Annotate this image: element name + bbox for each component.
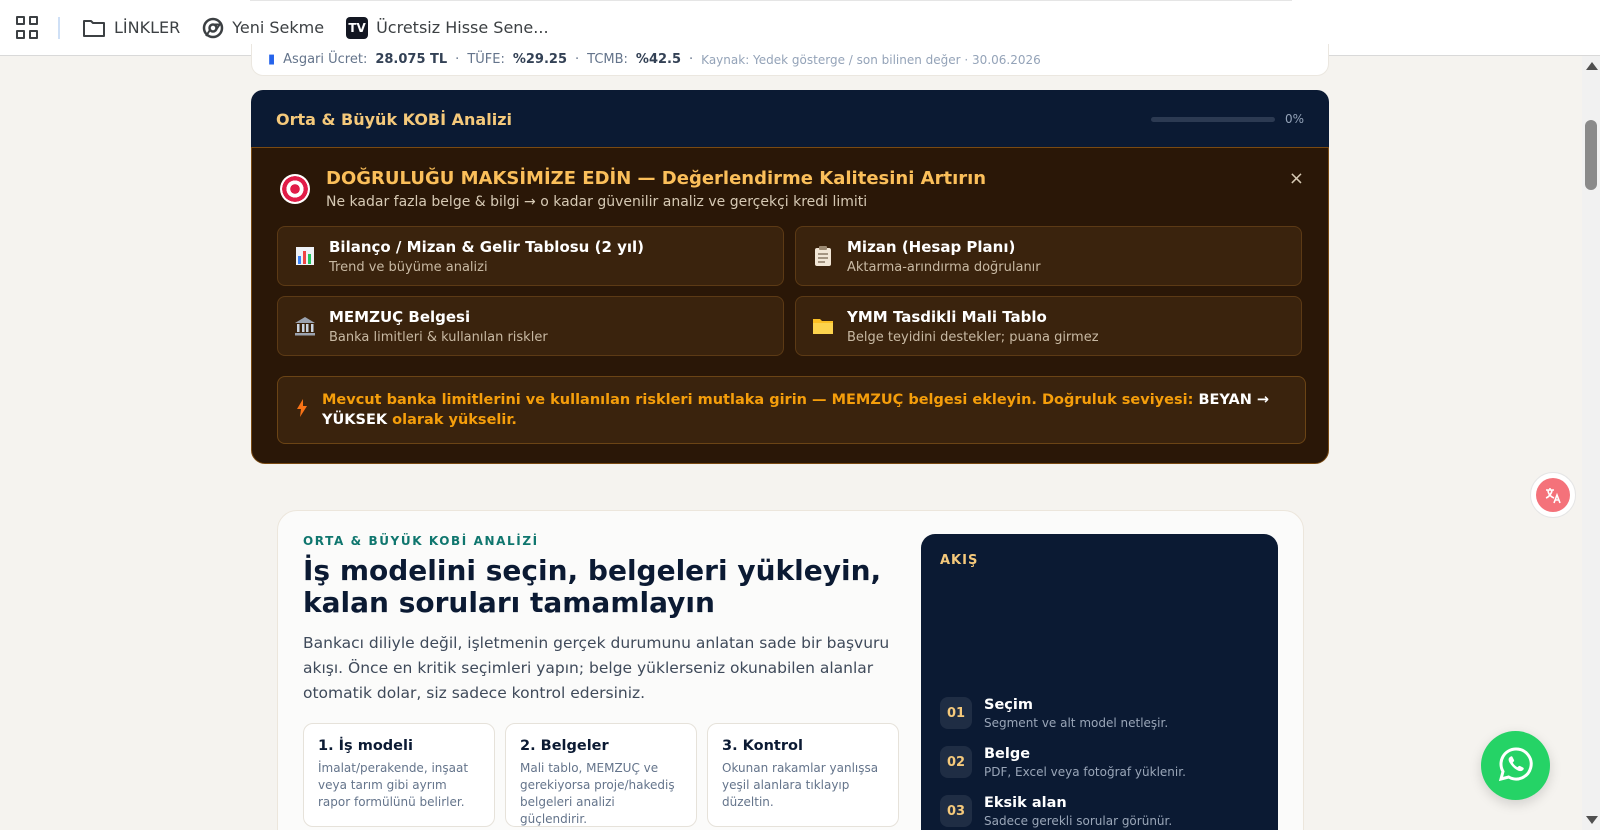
- clipboard-icon: [812, 245, 834, 267]
- step-desc: Okunan rakamlar yanlışsa yeşil alanlara …: [722, 761, 879, 809]
- flow-title: Eksik alan: [984, 795, 1067, 811]
- page-description: Bankacı diliyle değil, işletmenin gerçek…: [303, 634, 890, 702]
- min-wage-value: 28.075 TL: [375, 52, 448, 67]
- lightning-icon: [296, 399, 308, 421]
- economic-indicators: ▮ Asgari Ücret: 28.075 TL · TÜFE: %29.25…: [251, 44, 1329, 76]
- accuracy-header: DOĞRULUĞU MAKSİMİZE EDİN — Değerlendirme…: [280, 168, 986, 210]
- close-icon[interactable]: ×: [1289, 168, 1304, 189]
- section-eyebrow: ORTA & BÜYÜK KOBİ ANALİZİ: [303, 534, 539, 548]
- step-card-3: 3. Kontrol Okunan rakamlar yanlışsa yeşi…: [707, 723, 899, 827]
- step-title: 2. Belgeler: [520, 738, 609, 754]
- flow-item-belge: 02 Belge PDF, Excel veya fotoğraf yüklen…: [940, 746, 1186, 779]
- doc-title: MEMZUÇ Belgesi: [329, 307, 471, 326]
- indicator-source: Kaynak: Yedek gösterge / son bilinen değ…: [701, 52, 1041, 67]
- bookmark-label: Yeni Sekme: [232, 18, 325, 37]
- accuracy-title: DOĞRULUĞU MAKSİMİZE EDİN — Değerlendirme…: [326, 168, 987, 189]
- step-desc: Mali tablo, MEMZUÇ ve gerekiyorsa proje/…: [520, 761, 675, 826]
- progress-indicator: 0%: [1150, 112, 1304, 126]
- bank-icon: [294, 315, 316, 337]
- accuracy-subtitle: Ne kadar fazla belge & bilgi → o kadar g…: [326, 194, 868, 210]
- cpi-label: TÜFE:: [467, 52, 505, 67]
- flow-label: AKIŞ: [940, 553, 979, 568]
- apps-grid-icon[interactable]: [16, 15, 40, 40]
- min-wage-label: Asgari Ücret:: [283, 52, 368, 67]
- flow-number: 02: [940, 746, 972, 778]
- bookmarks-separator: [58, 16, 60, 39]
- bar-chart-icon: [294, 245, 316, 267]
- folder-icon: [812, 315, 834, 337]
- scroll-down-arrow-icon[interactable]: [1586, 816, 1598, 824]
- scroll-thumb[interactable]: [1585, 120, 1597, 190]
- doc-card-mizan[interactable]: Mizan (Hesap Planı) Aktarma-arındırma do…: [795, 226, 1302, 286]
- chart-icon: ▮: [268, 52, 276, 67]
- flow-number: 01: [940, 697, 972, 729]
- step-card-2: 2. Belgeler Mali tablo, MEMZUÇ ve gereki…: [505, 723, 697, 827]
- window-edge: [250, 0, 1292, 1]
- doc-title: Mizan (Hesap Planı): [847, 237, 1016, 256]
- step-title: 1. İş modeli: [318, 738, 413, 754]
- target-icon: [280, 174, 310, 204]
- intro-card: ORTA & BÜYÜK KOBİ ANALİZİ İş modelini se…: [277, 510, 1304, 830]
- flow-desc: Segment ve alt model netleşir.: [984, 716, 1169, 730]
- doc-desc: Belge teyidini destekler; puana girmez: [847, 329, 1099, 345]
- bookmark-linkler[interactable]: LİNKLER: [82, 18, 180, 38]
- step-card-1: 1. İş modeli İmalat/perakende, inşaat ve…: [303, 723, 495, 827]
- translate-button[interactable]: [1530, 472, 1576, 518]
- chrome-icon: [202, 17, 224, 39]
- folder-icon: [82, 18, 106, 38]
- page-scrollbar[interactable]: [1582, 56, 1600, 830]
- tradingview-icon: TV: [346, 16, 369, 39]
- warning-box: Mevcut banka limitlerini ve kullanılan r…: [277, 376, 1306, 444]
- doc-card-bilanco[interactable]: Bilanço / Mizan & Gelir Tablosu (2 yıl) …: [277, 226, 784, 286]
- flow-title: Belge: [984, 746, 1031, 762]
- bookmark-label: Ücretsiz Hisse Sene...: [376, 18, 549, 37]
- flow-number: 03: [940, 795, 972, 827]
- flow-item-secim: 01 Seçim Segment ve alt model netleşir.: [940, 697, 1168, 730]
- translate-icon: [1536, 478, 1570, 512]
- doc-card-ymm[interactable]: YMM Tasdikli Mali Tablo Belge teyidini d…: [795, 296, 1302, 356]
- flow-panel: AKIŞ 01 Seçim Segment ve alt model netle…: [921, 534, 1278, 830]
- doc-card-memzuc[interactable]: MEMZUÇ Belgesi Banka limitleri & kullanı…: [277, 296, 784, 356]
- progress-percent: 0%: [1284, 112, 1304, 126]
- cpi-value: %29.25: [512, 52, 567, 67]
- bookmark-yeni-sekme[interactable]: Yeni Sekme: [202, 17, 324, 39]
- cbrt-label: TCMB:: [587, 52, 628, 67]
- doc-desc: Banka limitleri & kullanılan riskler: [329, 329, 548, 345]
- doc-title: Bilanço / Mizan & Gelir Tablosu (2 yıl): [329, 237, 645, 256]
- scroll-up-arrow-icon[interactable]: [1586, 62, 1598, 70]
- whatsapp-button[interactable]: [1481, 731, 1550, 800]
- flow-item-eksik-alan: 03 Eksik alan Sadece gerekli sorular gör…: [940, 795, 1172, 828]
- bookmark-label: LİNKLER: [114, 18, 181, 37]
- doc-title: YMM Tasdikli Mali Tablo: [847, 307, 1047, 326]
- doc-desc: Aktarma-arındırma doğrulanır: [847, 259, 1041, 275]
- accuracy-panel: DOĞRULUĞU MAKSİMİZE EDİN — Değerlendirme…: [251, 147, 1329, 464]
- doc-desc: Trend ve büyüme analizi: [329, 259, 488, 275]
- whatsapp-icon: [1497, 745, 1535, 787]
- flow-desc: Sadece gerekli sorular görünür.: [984, 814, 1173, 828]
- progress-track: [1150, 116, 1275, 122]
- step-desc: İmalat/perakende, inşaat veya tarım gibi…: [318, 761, 469, 809]
- flow-desc: PDF, Excel veya fotoğraf yüklenir.: [984, 765, 1186, 779]
- bookmark-hisse[interactable]: TV Ücretsiz Hisse Sene...: [346, 16, 549, 39]
- cbrt-value: %42.5: [635, 52, 682, 67]
- step-title: 3. Kontrol: [722, 738, 803, 754]
- flow-title: Seçim: [984, 697, 1033, 713]
- analysis-title: Orta & Büyük KOBİ Analizi: [276, 109, 512, 129]
- page-title: İş modelini seçin, belgeleri yükleyin, k…: [303, 554, 882, 619]
- warning-text: Mevcut banka limitlerini ve kullanılan r…: [322, 392, 1270, 428]
- analysis-header: Orta & Büyük KOBİ Analizi 0%: [251, 90, 1329, 148]
